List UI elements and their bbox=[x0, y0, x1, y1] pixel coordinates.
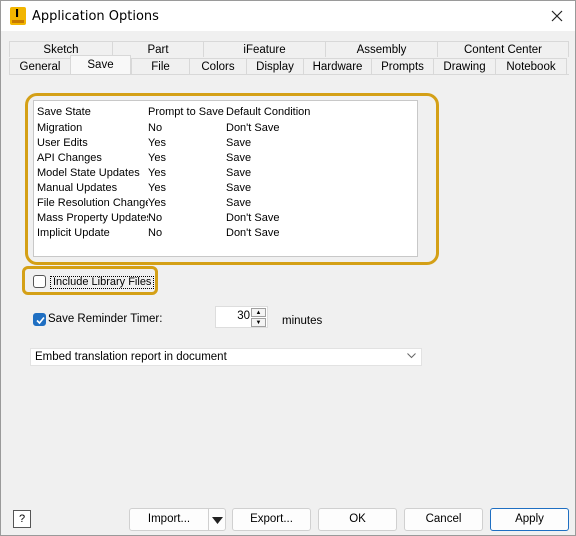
application-options-dialog: I Application Options Sketch Part iFeatu… bbox=[0, 0, 576, 536]
help-button[interactable]: ? bbox=[13, 510, 31, 528]
chevron-down-icon bbox=[407, 353, 416, 359]
row-prompt: Yes bbox=[148, 167, 166, 179]
row-save-state: Mass Property Updates bbox=[37, 212, 148, 224]
row-save-state: User Edits bbox=[37, 137, 88, 149]
tab-save[interactable]: Save bbox=[70, 55, 131, 74]
row-default: Don't Save bbox=[226, 122, 280, 134]
list-header: Save State Prompt to Save Default Condit… bbox=[37, 106, 326, 121]
tab-colors[interactable]: Colors bbox=[189, 58, 246, 74]
row-prompt: Yes bbox=[148, 152, 166, 164]
row-prompt: Yes bbox=[148, 197, 166, 209]
ok-button[interactable]: OK bbox=[318, 508, 397, 531]
close-icon bbox=[551, 10, 563, 22]
tab-ifeature[interactable]: iFeature bbox=[203, 41, 325, 57]
row-save-state: Model State Updates bbox=[37, 167, 140, 179]
row-prompt: No bbox=[148, 122, 163, 134]
stepper-up-button[interactable]: ▲ bbox=[251, 308, 266, 317]
reminder-minutes-value[interactable]: 30 bbox=[216, 310, 250, 322]
row-save-state: File Resolution Changes bbox=[37, 197, 148, 209]
include-library-highlight: Include Library Files bbox=[22, 266, 158, 295]
column-header-default-condition[interactable]: Default Condition bbox=[226, 106, 326, 121]
tab-file[interactable]: File bbox=[131, 58, 189, 74]
tab-content-center[interactable]: Content Center bbox=[437, 41, 569, 57]
include-library-label[interactable]: Include Library Files bbox=[50, 276, 155, 289]
checkmark-icon bbox=[36, 316, 45, 325]
stepper-buttons: ▲ ▼ bbox=[251, 308, 266, 327]
caret-down-icon bbox=[212, 517, 223, 524]
list-row[interactable]: Manual Updates Yes Save bbox=[37, 182, 326, 197]
tab-drawing[interactable]: Drawing bbox=[433, 58, 495, 74]
reminder-minutes-stepper[interactable]: 30 ▲ ▼ bbox=[215, 306, 268, 328]
minutes-label: minutes bbox=[282, 315, 323, 327]
window-title: Application Options bbox=[32, 9, 159, 24]
row-prompt: Yes bbox=[148, 137, 166, 149]
dropdown-value: Embed translation report in document bbox=[35, 351, 227, 363]
row-default: Save bbox=[226, 182, 252, 194]
list-row[interactable]: Implicit Update No Don't Save bbox=[37, 227, 326, 242]
column-header-save-state[interactable]: Save State bbox=[37, 106, 148, 121]
list-row[interactable]: Model State Updates Yes Save bbox=[37, 167, 326, 182]
column-header-prompt-to-save[interactable]: Prompt to Save bbox=[148, 106, 226, 121]
arrow-up-icon: ▲ bbox=[255, 309, 262, 316]
apply-button[interactable]: Apply bbox=[490, 508, 569, 531]
tab-display[interactable]: Display bbox=[246, 58, 303, 74]
save-reminder-label[interactable]: Save Reminder Timer: bbox=[48, 313, 162, 325]
import-button[interactable]: Import... bbox=[129, 508, 209, 531]
tab-general[interactable]: General bbox=[9, 58, 70, 74]
inventor-app-icon: I bbox=[10, 7, 26, 25]
tab-assembly[interactable]: Assembly bbox=[325, 41, 437, 57]
row-prompt: No bbox=[148, 212, 163, 224]
save-state-list[interactable]: Save State Prompt to Save Default Condit… bbox=[33, 100, 418, 257]
list-row[interactable]: Mass Property Updates No Don't Save bbox=[37, 212, 326, 227]
row-prompt: No bbox=[148, 227, 163, 239]
cancel-button[interactable]: Cancel bbox=[404, 508, 483, 531]
row-default: Save bbox=[226, 152, 252, 164]
save-reminder-checkbox[interactable] bbox=[33, 313, 46, 326]
save-state-list-highlight: Save State Prompt to Save Default Condit… bbox=[25, 93, 439, 265]
arrow-down-icon: ▼ bbox=[255, 319, 262, 326]
row-default: Don't Save bbox=[226, 212, 280, 224]
row-save-state: Migration bbox=[37, 122, 83, 134]
row-save-state: API Changes bbox=[37, 152, 102, 164]
row-default: Don't Save bbox=[226, 227, 280, 239]
list-row[interactable]: User Edits Yes Save bbox=[37, 137, 326, 152]
translation-report-dropdown[interactable]: Embed translation report in document bbox=[30, 348, 422, 366]
include-library-checkbox[interactable] bbox=[33, 275, 46, 288]
list-row[interactable]: File Resolution Changes Yes Save bbox=[37, 197, 326, 212]
row-prompt: Yes bbox=[148, 182, 166, 194]
row-default: Save bbox=[226, 137, 252, 149]
list-row[interactable]: API Changes Yes Save bbox=[37, 152, 326, 167]
stepper-down-button[interactable]: ▼ bbox=[251, 318, 266, 327]
title-bar: I Application Options bbox=[1, 1, 575, 31]
row-save-state: Manual Updates bbox=[37, 182, 118, 194]
row-default: Save bbox=[226, 197, 252, 209]
tab-prompts[interactable]: Prompts bbox=[371, 58, 433, 74]
row-save-state: Implicit Update bbox=[37, 227, 110, 239]
tab-hardware[interactable]: Hardware bbox=[303, 58, 371, 74]
list-row[interactable]: Migration No Don't Save bbox=[37, 122, 326, 137]
tab-row-bottom: General Save File Colors Display Hardwar… bbox=[9, 55, 567, 74]
close-button[interactable] bbox=[547, 6, 567, 26]
tab-notebook[interactable]: Notebook bbox=[495, 58, 567, 74]
export-button[interactable]: Export... bbox=[232, 508, 311, 531]
row-default: Save bbox=[226, 167, 252, 179]
import-options-dropdown[interactable] bbox=[208, 508, 226, 531]
